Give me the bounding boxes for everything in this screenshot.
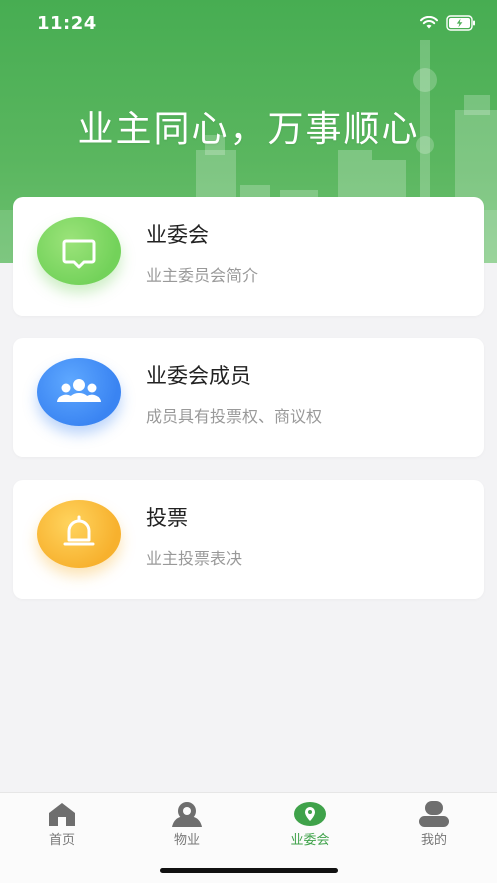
property-icon — [172, 802, 202, 827]
tab-label: 我的 — [420, 833, 447, 848]
card-subtitle: 成员具有投票权、商议权 — [146, 407, 323, 426]
card-committee[interactable]: 业委会 业主委员会简介 — [13, 197, 484, 316]
card-subtitle: 业主委员会简介 — [146, 266, 259, 285]
card-title: 投票 — [146, 506, 188, 530]
tab-label: 首页 — [48, 833, 75, 848]
card-title: 业委会成员 — [146, 364, 251, 388]
profile-icon — [419, 801, 449, 827]
status-bar: 11:24 — [0, 0, 497, 50]
wifi-icon — [420, 16, 438, 29]
committee-location-icon — [294, 802, 326, 826]
tab-home[interactable]: 首页 — [22, 801, 102, 851]
message-icon — [37, 217, 121, 285]
bell-icon — [37, 500, 121, 568]
home-icon — [49, 803, 75, 826]
card-title: 业委会 — [146, 223, 209, 247]
home-indicator — [160, 868, 338, 873]
card-committee-members[interactable]: 业委会成员 成员具有投票权、商议权 — [13, 338, 484, 457]
card-subtitle: 业主投票表决 — [146, 549, 243, 568]
tab-committee[interactable]: 业委会 — [270, 801, 350, 851]
tab-property[interactable]: 物业 — [147, 801, 227, 851]
tab-label: 业委会 — [290, 833, 330, 848]
group-icon — [37, 358, 121, 426]
tab-profile[interactable]: 我的 — [394, 801, 474, 851]
card-vote[interactable]: 投票 业主投票表决 — [13, 480, 484, 599]
hero-slogan: 业主同心，万事顺心 — [77, 109, 420, 150]
battery-charging-icon — [446, 15, 475, 31]
status-time: 11:24 — [37, 13, 97, 34]
tab-label: 物业 — [173, 833, 200, 848]
